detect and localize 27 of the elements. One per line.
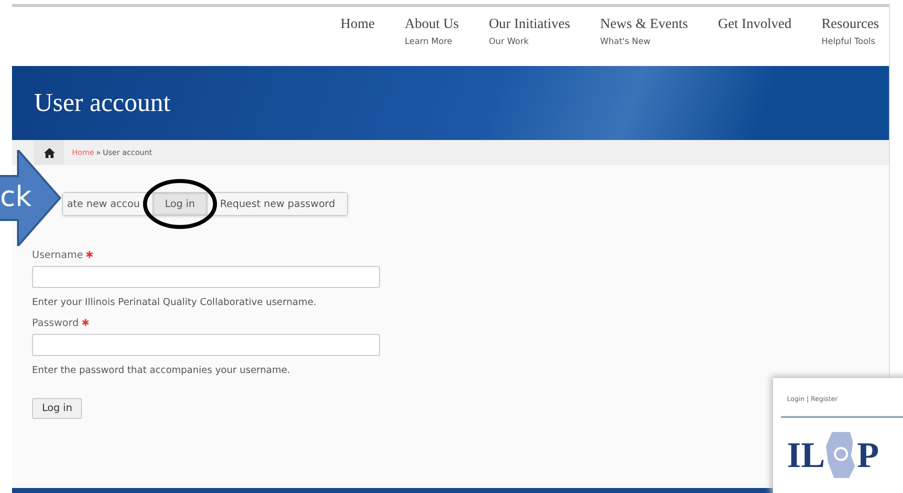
nav-subtitle: Our Work — [488, 37, 530, 47]
field-label: Username — [32, 250, 83, 261]
tab[interactable]: ate new accou — [63, 193, 153, 215]
nav-subtitle: Learn More — [404, 37, 454, 47]
field-description: Enter the password that accompanies your username. — [32, 365, 292, 376]
nav-link[interactable]: Get Involved — [718, 17, 792, 33]
login-button[interactable]: Log in — [32, 398, 82, 419]
home-icon — [44, 148, 54, 158]
logo-text: IL — [787, 435, 826, 475]
nav-link[interactable]: Resources — [821, 17, 879, 33]
tab[interactable]: Request new password — [208, 193, 348, 215]
home-button[interactable] — [34, 140, 64, 165]
field-label: Password — [32, 318, 79, 329]
nav-link[interactable]: Home — [340, 17, 375, 33]
callout-text: ck — [0, 182, 32, 212]
nav-subtitle: Helpful Tools — [821, 37, 876, 47]
nav-link[interactable]: Our Initiatives — [488, 17, 570, 33]
field-description: Enter your Illinois Perinatal Quality Collaborative username. — [32, 297, 318, 308]
input-field[interactable] — [32, 266, 380, 288]
tab[interactable]: Log in — [152, 193, 208, 215]
logo-text: P — [857, 435, 880, 475]
nav-subtitle: What's New — [600, 37, 652, 47]
nav-link[interactable]: About Us — [404, 17, 459, 33]
input-field[interactable] — [32, 334, 380, 356]
page-title: User account — [34, 88, 170, 118]
state-map-icon — [826, 432, 856, 478]
nav-link[interactable]: News & Events — [600, 17, 688, 33]
